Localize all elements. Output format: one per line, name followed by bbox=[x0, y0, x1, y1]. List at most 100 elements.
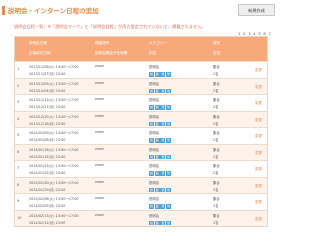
content-chip[interactable]: 説 bbox=[149, 138, 154, 143]
header-content: 内容 bbox=[149, 51, 157, 55]
content-chip[interactable]: 他 bbox=[166, 220, 172, 225]
content-chip[interactable]: 面 bbox=[154, 72, 160, 77]
content-chip[interactable]: 選 bbox=[160, 154, 166, 159]
content-chip[interactable]: 面 bbox=[154, 138, 160, 143]
content-chip[interactable]: 選 bbox=[160, 220, 166, 225]
content-chip[interactable]: 説 bbox=[149, 121, 154, 126]
content-chip[interactable]: 説 bbox=[149, 171, 154, 176]
row-deadline: 2023/12/18(月) 23:00 bbox=[29, 121, 66, 126]
row-date: 2023/12/05(火) 13:00〜17:00 bbox=[29, 81, 79, 86]
header-deadline: 応募締切日時 bbox=[29, 51, 51, 55]
content-chip[interactable]: 説 bbox=[149, 88, 154, 93]
row-place: zoom bbox=[95, 113, 105, 118]
row-place: zoom bbox=[95, 212, 105, 217]
edit-link[interactable]: 変更 bbox=[255, 118, 262, 123]
content-chip[interactable]: 選 bbox=[160, 204, 166, 209]
content-chip[interactable]: 面 bbox=[154, 121, 160, 126]
table-row: 2 2023/12/05(火) 13:00〜17:00 2023/12/04(月) … bbox=[15, 77, 267, 94]
content-chip[interactable]: 他 bbox=[166, 204, 172, 209]
content-chip[interactable]: 面 bbox=[154, 204, 160, 209]
row-number: 7 bbox=[17, 166, 20, 170]
header-type: 種別 bbox=[213, 41, 221, 45]
content-chip[interactable]: 選 bbox=[160, 121, 166, 126]
row-type: 集合 bbox=[213, 81, 220, 86]
table-row: 9 2024/02/06(火) 13:00〜17:00 2024/02/05(月) … bbox=[15, 193, 267, 210]
row-type: 集合 bbox=[213, 131, 220, 135]
row-place: zoom bbox=[95, 196, 105, 200]
row-number: 4 bbox=[17, 116, 20, 121]
edit-link[interactable]: 変更 bbox=[255, 151, 262, 156]
content-chip[interactable]: 説 bbox=[149, 220, 154, 225]
row-deadline: 2024/01/29(月) 23:00 bbox=[29, 187, 66, 192]
content-chip[interactable]: 他 bbox=[166, 121, 172, 126]
row-deadline: 2024/02/12(月) 23:00 bbox=[29, 220, 66, 225]
header-capacity: 定員 bbox=[213, 51, 221, 55]
content-chip[interactable]: 説 bbox=[149, 72, 154, 77]
row-deadline: 2023/11/27(月) 23:00 bbox=[29, 72, 66, 76]
header-start-time: 説明会開始予定時間 bbox=[95, 51, 128, 55]
row-number: 2 bbox=[17, 83, 20, 88]
edit-link[interactable]: 変更 bbox=[255, 134, 262, 139]
content-chip[interactable]: 面 bbox=[154, 171, 160, 176]
content-chip[interactable]: 面 bbox=[154, 220, 160, 225]
content-chip[interactable]: 説 bbox=[149, 204, 154, 209]
row-number: 8 bbox=[17, 182, 20, 187]
content-chip[interactable]: 説 bbox=[149, 105, 154, 110]
row-capacity: 2名 bbox=[213, 204, 219, 208]
row-date: 2023/11/28(火) 13:00〜17:00 bbox=[29, 65, 79, 69]
content-chips: 説面選他 bbox=[149, 220, 172, 240]
row-type: 集合 bbox=[213, 147, 220, 152]
edit-link[interactable]: 変更 bbox=[255, 217, 262, 222]
content-chip[interactable]: 説 bbox=[149, 154, 154, 159]
new-create-button[interactable]: 新規作成 bbox=[238, 4, 275, 16]
content-chip[interactable]: 他 bbox=[166, 138, 172, 143]
row-category: 説明会 bbox=[149, 131, 160, 135]
row-place: zoom bbox=[95, 64, 105, 68]
row-type: 集合 bbox=[213, 213, 220, 218]
header-category: カテゴリー bbox=[149, 41, 167, 45]
content-chip[interactable]: 他 bbox=[166, 72, 172, 77]
header-date: 説明会日程 bbox=[29, 41, 47, 45]
edit-link[interactable]: 変更 bbox=[255, 200, 262, 205]
edit-link[interactable]: 変更 bbox=[255, 68, 262, 73]
row-deadline: 2023/12/11(月) 23:00 bbox=[29, 105, 66, 109]
content-chip[interactable]: 他 bbox=[166, 105, 172, 110]
content-chip[interactable]: 他 bbox=[166, 154, 172, 159]
content-chip[interactable]: 選 bbox=[160, 138, 166, 143]
content-chip[interactable]: 他 bbox=[166, 187, 172, 192]
row-capacity: 2名 bbox=[213, 220, 219, 225]
row-category: 説明会 bbox=[149, 98, 160, 102]
row-capacity: 2名 bbox=[213, 171, 219, 175]
page-link[interactable]: 7 bbox=[268, 31, 271, 36]
content-chip[interactable]: 選 bbox=[160, 105, 166, 110]
row-type: 集合 bbox=[213, 114, 220, 119]
row-capacity: 2名 bbox=[213, 72, 219, 76]
content-chip[interactable]: 面 bbox=[154, 154, 160, 159]
row-number: 10 bbox=[17, 215, 22, 220]
row-number: 9 bbox=[17, 199, 20, 203]
row-type: 集合 bbox=[213, 164, 220, 168]
content-chip[interactable]: 選 bbox=[160, 171, 166, 176]
content-chip[interactable]: 選 bbox=[160, 72, 166, 77]
content-chip[interactable]: 面 bbox=[154, 187, 160, 192]
content-chip[interactable]: 他 bbox=[166, 88, 172, 93]
row-deadline: 2023/12/04(月) 23:00 bbox=[29, 88, 66, 93]
row-deadline: 2024/01/15(月) 23:00 bbox=[29, 154, 66, 159]
edit-link[interactable]: 変更 bbox=[255, 85, 262, 90]
content-chip[interactable]: 他 bbox=[166, 171, 172, 176]
row-capacity: 2名 bbox=[213, 187, 219, 192]
content-chip[interactable]: 面 bbox=[154, 88, 160, 93]
title-marker bbox=[2, 6, 5, 15]
edit-link[interactable]: 変更 bbox=[255, 184, 262, 189]
content-chip[interactable]: 面 bbox=[154, 105, 160, 110]
row-place: zoom bbox=[95, 179, 105, 184]
edit-link[interactable]: 変更 bbox=[255, 167, 262, 172]
content-chip[interactable]: 説 bbox=[149, 187, 154, 192]
edit-link[interactable]: 変更 bbox=[255, 101, 262, 106]
content-chip[interactable]: 選 bbox=[160, 187, 166, 192]
table-row: 4 2023/12/19(火) 13:00〜17:00 2023/12/18(月) … bbox=[15, 110, 267, 127]
table-row: 6 2024/01/16(火) 13:00〜17:00 2024/01/15(月) … bbox=[15, 143, 267, 160]
row-number: 6 bbox=[17, 149, 20, 154]
content-chip[interactable]: 選 bbox=[160, 88, 166, 93]
page-header: 説明会・インターン日程の追加 新規作成 bbox=[0, 0, 282, 22]
